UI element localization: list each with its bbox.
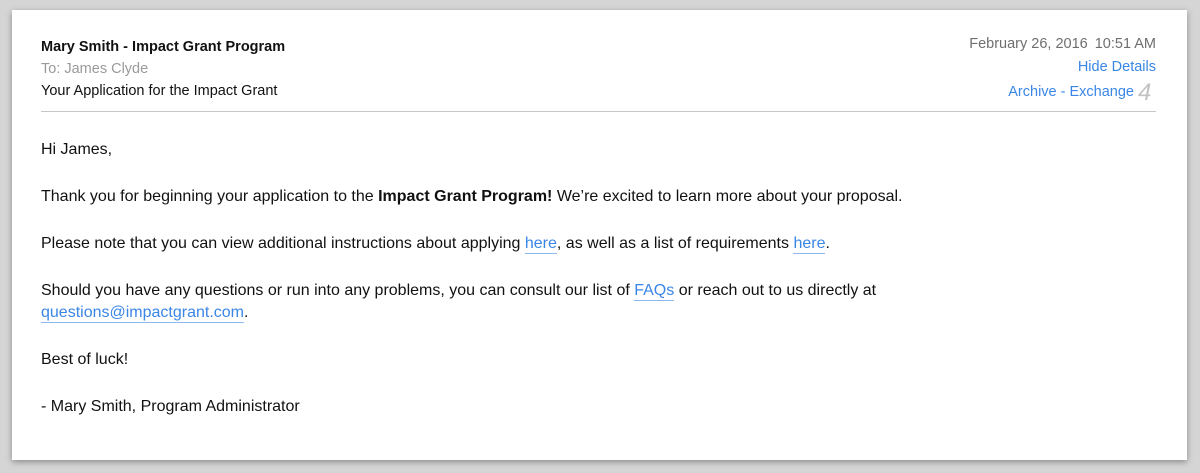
signature-line: - Mary Smith, Program Administrator xyxy=(41,398,300,415)
timestamp: February 26, 2016 10:51 AM xyxy=(969,33,1156,56)
questions-text-end: . xyxy=(244,304,249,321)
instructions-text-middle: , as well as a list of requirements xyxy=(556,235,794,252)
recipient-line: To: James Clyde xyxy=(41,61,149,77)
questions-text-middle: or reach out to us directly at xyxy=(674,282,877,299)
greeting-paragraph: Hi James, xyxy=(41,141,113,158)
date-text: February 26, 2016 xyxy=(969,36,1088,52)
email-header-right: February 26, 2016 10:51 AM Hide Details A… xyxy=(969,33,1156,106)
email-body: Hi James, Thank you for beginning your a… xyxy=(41,139,1151,418)
contact-email-link[interactable]: questions@impactgrant.com xyxy=(41,304,244,323)
email-message-card: Mary Smith - Impact Grant Program To: Ja… xyxy=(12,10,1187,460)
email-subject: Your Application for the Impact Grant xyxy=(41,83,278,99)
questions-text-start: Should you have any questions or run int… xyxy=(41,282,635,299)
sender-name: Mary Smith - Impact Grant Program xyxy=(41,39,286,55)
intro-text-start: Thank you for beginning your application… xyxy=(41,188,379,205)
message-count-badge: 4 xyxy=(1138,79,1152,106)
faq-link[interactable]: FAQs xyxy=(634,282,675,301)
instructions-text-end: . xyxy=(825,235,830,252)
program-name: Impact Grant Program! xyxy=(378,188,553,205)
email-header-left: Mary Smith - Impact Grant Program To: Ja… xyxy=(41,36,285,102)
requirements-link[interactable]: here xyxy=(793,235,826,254)
instructions-text-start: Please note that you can view additional… xyxy=(41,235,525,252)
header-divider xyxy=(41,111,1156,112)
instructions-link[interactable]: here xyxy=(524,235,557,254)
questions-paragraph: Should you have any questions or run int… xyxy=(41,280,1151,324)
closing-paragraph: Best of luck! xyxy=(41,351,129,368)
time-text: 10:51 AM xyxy=(1094,36,1156,52)
instructions-paragraph: Please note that you can view additional… xyxy=(41,233,1151,255)
hide-details-link[interactable]: Hide Details xyxy=(1078,59,1156,75)
intro-paragraph: Thank you for beginning your application… xyxy=(41,186,1151,208)
mailbox-link[interactable]: Archive - Exchange xyxy=(1008,84,1134,100)
intro-text-end: We’re excited to learn more about your p… xyxy=(552,188,903,205)
